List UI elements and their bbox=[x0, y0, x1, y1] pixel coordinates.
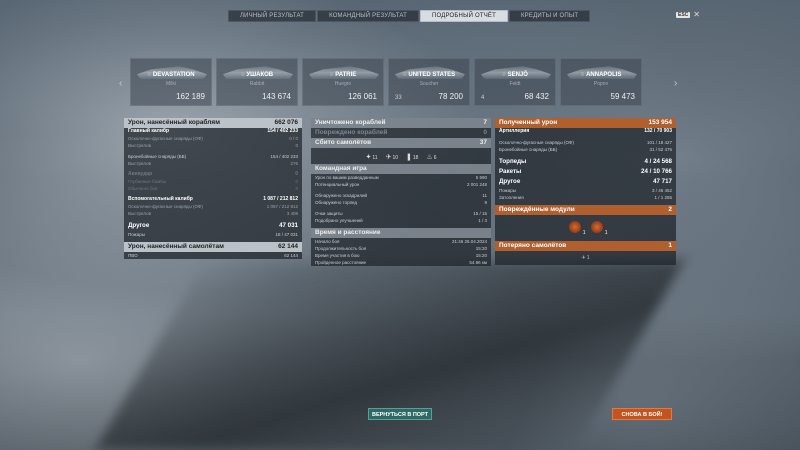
stat-row: Время участия в бою 15:20 bbox=[315, 253, 487, 258]
ship-name: ≡ DEVASTATION bbox=[147, 72, 195, 78]
stat-row: Выстрелов 0 bbox=[128, 143, 298, 148]
planes-downed-header: Сбито самолётов 37 bbox=[311, 138, 491, 148]
return-to-port-button[interactable]: ВЕРНУТЬСЯ В ПОРТ bbox=[368, 408, 432, 420]
received-damage-header: Полученный урон 153 954 bbox=[495, 118, 676, 128]
plane-damage-header: Урон, нанесённый самолётам 62 144 bbox=[124, 242, 302, 252]
ship-card[interactable]: ≡ УШАКОВ Rabbit 143 674 bbox=[216, 58, 298, 106]
stat-row: Глубинные бомбы 0 bbox=[128, 179, 298, 184]
carousel-left-arrow[interactable]: ‹ bbox=[119, 78, 122, 89]
stat-row: Бронебойные снаряды (ББ) 154 / 402 233 bbox=[128, 154, 298, 159]
ship-card[interactable]: ≡ PATRIE Huegro 126 061 bbox=[302, 58, 384, 106]
esc-key-label: ESC bbox=[676, 11, 691, 18]
secondary-row: Вспомогательный калибр 1 087 / 212 812 bbox=[128, 196, 298, 202]
plane-icon: ✈ 1 bbox=[581, 255, 590, 261]
aviation-row: Авиаудар 0 bbox=[128, 171, 298, 177]
damage-received-panel: Полученный урон 153 954 Артиллерия 132 / 7… bbox=[495, 118, 676, 265]
stat-row: Выстрелов 276 bbox=[128, 161, 298, 166]
ship-damage: 59 473 bbox=[610, 92, 635, 101]
ship-damage-header: Урон, нанесённый кораблям 662 076 bbox=[124, 118, 302, 128]
main-caliber-row: Главный калибр 154 / 402 233 bbox=[128, 128, 298, 134]
player-name: Rabbit bbox=[249, 81, 265, 87]
shell-icon: ❚18 bbox=[406, 154, 419, 161]
ships-damaged-header: Повреждено кораблей 0 bbox=[315, 129, 487, 136]
ship-card[interactable]: ≡ SENJŌ Feldt 4 68 432 bbox=[474, 58, 556, 106]
ship-name: ≡ УШАКОВ bbox=[240, 72, 274, 78]
torpedoes-row: Торпеды 4 / 24 568 bbox=[499, 158, 672, 165]
planes-lost-header: Потеряно самолётов 1 bbox=[495, 241, 676, 251]
stat-row: Бронебойные снаряды (ББ) 31 / 52 476 bbox=[499, 147, 672, 152]
ship-damage: 162 189 bbox=[176, 92, 205, 101]
stat-row: Начало боя 21:46 26.04.2024 bbox=[315, 239, 487, 244]
combat-summary-panel: Уничтожено кораблей 7 Повреждено кораблей… bbox=[311, 118, 491, 266]
stat-row: Урон по вашим разведданным 5 590 bbox=[315, 175, 487, 180]
stat-row: Осколочно-фугасные снаряды (ОФ) 101 / 18 … bbox=[499, 140, 672, 145]
time-distance-header: Время и расстояние bbox=[311, 228, 491, 238]
ship-card[interactable]: ≡ DEVASTATION Milki 162 189 bbox=[130, 58, 212, 106]
steering-icon: 1 bbox=[590, 221, 608, 236]
ship-name: ≡ SENJŌ bbox=[502, 72, 528, 78]
module-icons: 1 1 bbox=[495, 217, 676, 237]
close-button[interactable]: ESC ✕ bbox=[676, 10, 700, 19]
ship-name: ≡ ANNAPOLIS bbox=[580, 72, 622, 78]
plane-icon: ✈10 bbox=[385, 154, 398, 161]
stat-row: Затопления 1 / 1 265 bbox=[499, 195, 672, 200]
damage-dealt-panel: Урон, нанесённый кораблям 662 076 Главный… bbox=[124, 118, 302, 259]
damaged-modules-header: Повреждённые модули 2 bbox=[495, 205, 676, 215]
ship-card[interactable]: ≡ UNITED STATES Soucher 33 78 200 bbox=[388, 58, 470, 106]
stat-row: Очки защиты 15 / 15 bbox=[315, 211, 487, 216]
team-play-header: Командная игра bbox=[311, 164, 491, 174]
other-row: Другое 47 031 bbox=[128, 222, 298, 229]
player-name: Huegro bbox=[334, 81, 352, 87]
aa-row: ПВО 62 144 bbox=[128, 253, 298, 258]
ship-kills: 33 bbox=[395, 95, 402, 101]
tab-credits[interactable]: КРЕДИТЫ И ОПЫТ bbox=[508, 10, 591, 22]
ship-damage: 78 200 bbox=[438, 92, 463, 101]
ship-name: ≡ UNITED STATES bbox=[402, 72, 456, 78]
stat-row: Продолжительность боя 15:20 bbox=[315, 246, 487, 251]
stat-row: Потенциальный урон 2 001 248 bbox=[315, 182, 487, 187]
stat-row: Пройденное расстояние 54.96 км bbox=[315, 260, 487, 265]
ships-destroyed-header: Уничтожено кораблей 7 bbox=[311, 118, 491, 128]
close-icon: ✕ bbox=[693, 10, 700, 19]
fire-icon: ♨6 bbox=[426, 154, 437, 161]
ship-name: ≡ PATRIE bbox=[329, 72, 357, 78]
player-name: Feldt bbox=[509, 81, 521, 87]
player-name: Soucher bbox=[419, 81, 439, 87]
stat-row: Пожары 3 / 46 452 bbox=[499, 188, 672, 193]
tab-team[interactable]: КОМАНДНЫЙ РЕЗУЛЬТАТ bbox=[317, 10, 419, 22]
rockets-row: Ракеты 24 / 10 766 bbox=[499, 168, 672, 175]
stat-row: Обнаружено торпед 9 bbox=[315, 200, 487, 205]
player-name: Popov bbox=[593, 81, 609, 87]
result-tabs: ЛИЧНЫЙ РЕЗУЛЬТАТ КОМАНДНЫЙ РЕЗУЛЬТАТ ПОД… bbox=[228, 10, 591, 22]
carousel-right-arrow[interactable]: › bbox=[674, 78, 677, 89]
stat-row: Осколочно-фугасные снаряды (ОФ) 1 087 / 2… bbox=[128, 204, 298, 209]
player-name: Milki bbox=[166, 81, 176, 87]
ship-kills: 4 bbox=[481, 95, 485, 101]
stat-row: Подобрано улучшений 1 / 3 bbox=[315, 218, 487, 223]
ship-damage: 126 061 bbox=[348, 92, 377, 101]
background-ship bbox=[95, 260, 685, 450]
stat-row: Осколочно-фугасные снаряды (ОФ) 0 / 0 bbox=[128, 136, 298, 141]
fires-row: Пожары 18 / 47 031 bbox=[128, 232, 298, 237]
hit-icon: ✦11 bbox=[365, 154, 378, 161]
stat-row: Обнаружено эскадрилий 11 bbox=[315, 193, 487, 198]
tab-detailed[interactable]: ПОДРОБНЫЙ ОТЧЁТ bbox=[419, 10, 508, 22]
tab-personal[interactable]: ЛИЧНЫЙ РЕЗУЛЬТАТ bbox=[228, 10, 317, 22]
engine-icon: 1 bbox=[568, 221, 586, 236]
ship-damage: 68 432 bbox=[524, 92, 549, 101]
ribbons-row: ✦11 ✈10 ❚18 ♨6 bbox=[311, 150, 491, 164]
stat-row: Выстрелов 3 408 bbox=[128, 211, 298, 216]
ships-carousel: ≡ DEVASTATION Milki 162 189 ≡ УШАКОВ Rabbi… bbox=[130, 58, 670, 108]
stat-row: Обычного боя 0 bbox=[128, 186, 298, 191]
ship-card[interactable]: ≡ ANNAPOLIS Popov 59 473 bbox=[560, 58, 642, 106]
battle-again-button[interactable]: СНОВА В БОЙ! bbox=[612, 408, 672, 420]
other-row: Другое 47 717 bbox=[499, 178, 672, 185]
ship-damage: 143 674 bbox=[262, 92, 291, 101]
artillery-row: Артиллерия 132 / 70 903 bbox=[499, 128, 672, 134]
